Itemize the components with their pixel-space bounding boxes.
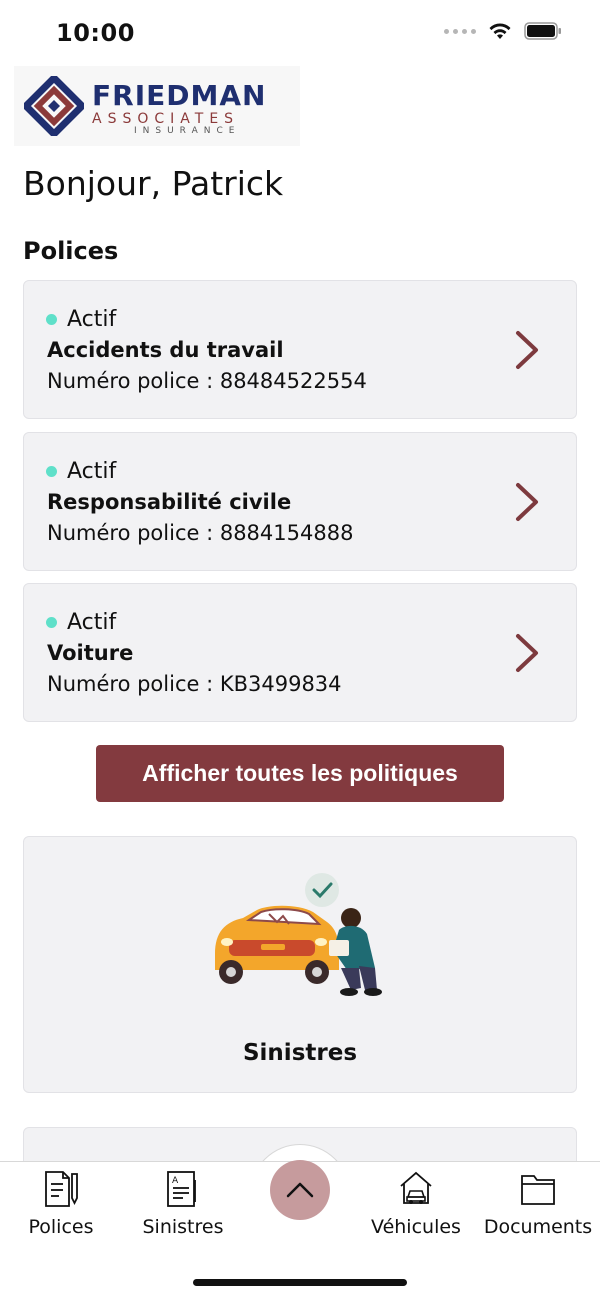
claim-form-icon: A [167, 1171, 196, 1207]
document-pen-icon [45, 1171, 78, 1207]
tab-label: Véhicules [371, 1216, 461, 1238]
logo-name: FRIEDMAN [92, 79, 267, 112]
policy-card[interactable]: Actif Responsabilité civile Numéro polic… [23, 432, 577, 571]
policy-number: Numéro police : 8884154888 [47, 521, 354, 545]
active-status-dot-icon [46, 466, 57, 477]
policy-number: Numéro police : KB3499834 [47, 672, 342, 696]
claims-card-label: Sinistres [242, 1040, 358, 1066]
chevron-right-icon [516, 483, 538, 521]
car-house-icon [400, 1171, 432, 1204]
chevron-up-icon [286, 1182, 314, 1198]
tab-label: Sinistres [142, 1216, 224, 1238]
policy-name: Voiture [47, 641, 134, 665]
status-icons [444, 22, 562, 40]
folder-icon [521, 1175, 555, 1205]
tab-vehicules[interactable]: Véhicules [356, 1170, 476, 1250]
status-bar: 10:00 [0, 0, 600, 64]
home-indicator [193, 1279, 407, 1286]
logo-associates: ASSOCIATES [92, 111, 240, 127]
claims-card[interactable]: Sinistres [23, 836, 577, 1093]
company-logo: FRIEDMAN ASSOCIATES INSURANCE [14, 66, 300, 146]
cellular-signal-icon [444, 28, 476, 34]
svg-text:A: A [172, 1176, 179, 1186]
tab-documents[interactable]: Documents [478, 1170, 598, 1250]
wifi-icon [489, 23, 511, 39]
tab-label: Polices [28, 1216, 94, 1238]
active-status-dot-icon [46, 617, 57, 628]
policy-status-label: Actif [67, 307, 117, 332]
policy-status: Actif [46, 307, 116, 332]
policy-status: Actif [46, 610, 116, 635]
active-status-dot-icon [46, 314, 57, 325]
policy-status-label: Actif [67, 610, 117, 635]
diamond-logo-icon [24, 76, 84, 136]
policy-number: Numéro police : 88484522554 [47, 369, 367, 393]
logo-insurance: INSURANCE [134, 126, 241, 136]
status-time: 10:00 [56, 19, 135, 47]
policy-card[interactable]: Actif Accidents du travail Numéro police… [23, 280, 577, 419]
policy-name: Accidents du travail [47, 338, 284, 362]
expand-menu-button[interactable] [270, 1160, 330, 1220]
greeting-heading: Bonjour, Patrick [23, 164, 284, 203]
tab-polices[interactable]: Polices [1, 1170, 121, 1250]
policy-name: Responsabilité civile [47, 490, 292, 514]
policy-status: Actif [46, 459, 116, 484]
show-all-policies-button[interactable]: Afficher toutes les politiques [96, 745, 504, 802]
tab-label: Documents [483, 1216, 593, 1238]
chevron-right-icon [516, 331, 538, 369]
battery-icon [524, 22, 561, 40]
policy-status-label: Actif [67, 459, 117, 484]
policy-card[interactable]: Actif Voiture Numéro police : KB3499834 [23, 583, 577, 722]
tab-sinistres[interactable]: A Sinistres [123, 1170, 243, 1250]
chevron-right-icon [516, 634, 538, 672]
car-accident-illustration [215, 873, 382, 996]
policies-section-title: Polices [23, 237, 119, 265]
